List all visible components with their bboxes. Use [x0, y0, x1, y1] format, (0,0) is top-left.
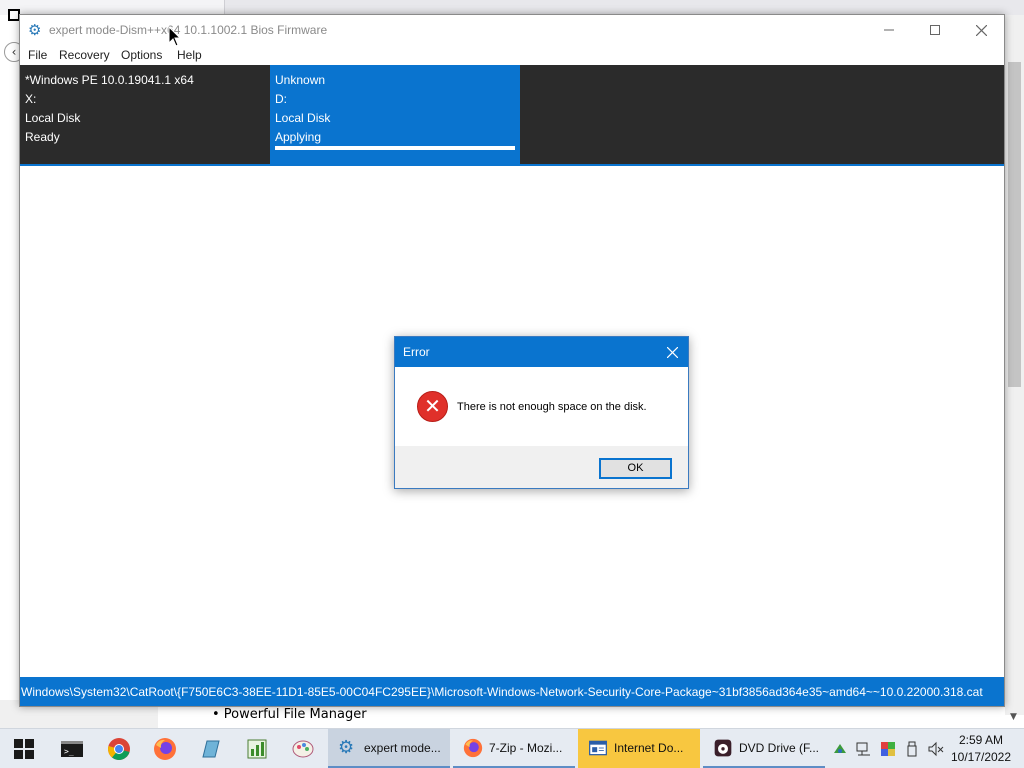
paint-icon[interactable] — [291, 737, 315, 761]
command-prompt-icon[interactable]: >_ — [60, 737, 84, 761]
background-tab[interactable] — [0, 0, 225, 15]
image-card-unknown[interactable]: Unknown D: Local Disk Applying — [270, 65, 520, 164]
content-divider — [20, 164, 1004, 166]
taskbar-app-firefox[interactable]: 7-Zip - Mozi... — [453, 729, 575, 768]
taskbar-app-label: DVD Drive (F... — [739, 741, 820, 755]
mouse-cursor-icon — [168, 26, 182, 47]
dialog-close-button[interactable] — [660, 340, 684, 364]
dvd-icon — [714, 739, 732, 757]
menu-options[interactable]: Options — [121, 48, 162, 62]
maximize-icon — [930, 25, 940, 35]
image-list-panel: *Windows PE 10.0.19041.1 x64 X: Local Di… — [20, 65, 1004, 164]
network-icon[interactable] — [856, 741, 872, 757]
chrome-icon[interactable] — [107, 737, 131, 761]
background-bullet-text: • Powerful File Manager — [212, 707, 367, 722]
dism-icon: ⚙ — [338, 737, 355, 758]
clock-date[interactable]: 10/17/2022 — [950, 750, 1012, 764]
notepad-icon[interactable] — [199, 737, 223, 761]
svg-text:>_: >_ — [64, 747, 74, 756]
window-title: expert mode-Dism++x64 10.1.1002.1 Bios F… — [49, 23, 328, 37]
dialog-title-bar[interactable]: Error — [395, 337, 688, 367]
close-button[interactable] — [958, 15, 1004, 45]
taskbar-app-label: expert mode... — [364, 741, 441, 755]
image-status: Ready — [25, 130, 60, 144]
scroll-down-icon[interactable]: ▼ — [1010, 712, 1017, 722]
status-bar: Windows\System32\CatRoot\{F750E6C3-38EE-… — [20, 677, 1004, 706]
usb-drive-icon[interactable] — [904, 741, 920, 757]
image-status: Applying — [275, 130, 322, 144]
error-dialog: Error ✕ There is not enough space on the… — [394, 336, 689, 489]
taskbar-app-label: 7-Zip - Mozi... — [489, 741, 563, 755]
image-drive: D: — [275, 92, 287, 106]
menu-file[interactable]: File — [28, 48, 47, 62]
chart-app-icon[interactable] — [245, 737, 269, 761]
minimize-icon — [884, 29, 894, 31]
taskbar-app-dvd-drive[interactable]: DVD Drive (F... — [703, 729, 825, 768]
close-icon — [666, 346, 678, 358]
minimize-button[interactable] — [866, 15, 912, 45]
close-icon — [975, 24, 987, 36]
start-button[interactable] — [0, 729, 48, 768]
dialog-message: There is not enough space on the disk. — [457, 401, 647, 413]
image-type: Local Disk — [275, 111, 331, 125]
windows-logo-icon — [14, 739, 34, 759]
dialog-body: ✕ There is not enough space on the disk. — [395, 367, 688, 446]
menu-help[interactable]: Help — [177, 48, 202, 62]
clock-time[interactable]: 2:59 AM — [956, 733, 1006, 747]
dialog-title: Error — [403, 345, 430, 359]
background-tabstrip — [0, 0, 1024, 15]
image-name: Unknown — [275, 73, 326, 87]
ok-button[interactable]: OK — [599, 458, 672, 479]
network-share-icon[interactable] — [832, 741, 848, 757]
apply-progress-fill — [275, 146, 515, 150]
firefox-icon — [463, 738, 483, 758]
display-icon[interactable] — [880, 741, 896, 757]
image-type: Local Disk — [25, 111, 81, 125]
menu-recovery[interactable]: Recovery — [59, 48, 110, 62]
image-drive: X: — [25, 92, 37, 106]
image-card-windows-pe[interactable]: *Windows PE 10.0.19041.1 x64 X: Local Di… — [20, 65, 270, 164]
firefox-icon[interactable] — [153, 737, 177, 761]
taskbar: >_ ⚙ expert mode... 7-Zip - Mozi... Inte… — [0, 728, 1024, 768]
image-name: *Windows PE 10.0.19041.1 x64 — [25, 73, 194, 87]
status-text: Windows\System32\CatRoot\{F750E6C3-38EE-… — [21, 685, 983, 699]
speaker-muted-icon[interactable] — [928, 741, 944, 757]
scrollbar-thumb[interactable] — [1008, 62, 1021, 387]
menu-bar: File Recovery Options Help — [20, 45, 1004, 65]
apply-progress-bar — [275, 146, 515, 150]
maximize-button[interactable] — [912, 15, 958, 45]
gears-icon: ⚙ — [28, 21, 42, 39]
taskbar-app-label: Internet Do... — [614, 741, 684, 755]
dialog-footer: OK — [395, 446, 688, 488]
taskbar-app-document[interactable]: Internet Do... — [578, 729, 700, 768]
taskbar-app-dism[interactable]: ⚙ expert mode... — [328, 729, 450, 768]
error-icon: ✕ — [417, 391, 448, 422]
document-icon — [589, 740, 607, 756]
